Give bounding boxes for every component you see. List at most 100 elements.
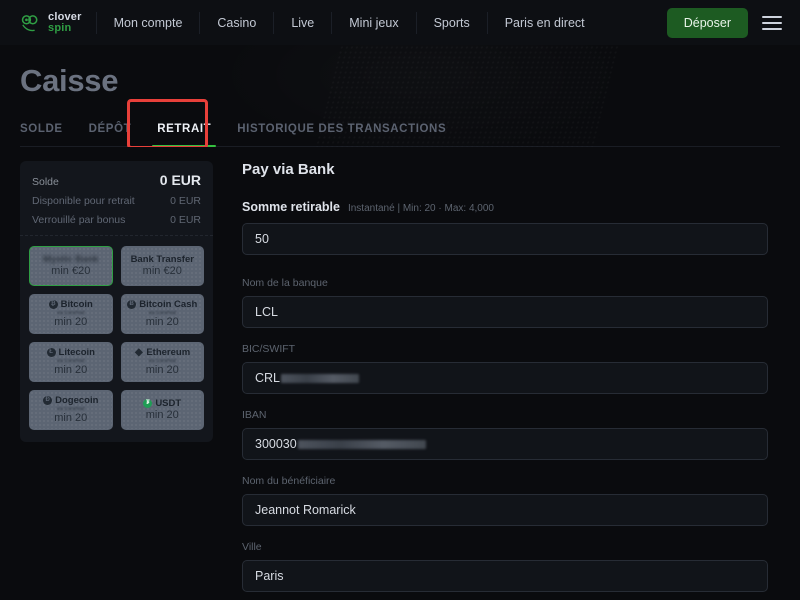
method-min: min 20 — [145, 409, 179, 422]
header-actions: Déposer — [666, 7, 800, 38]
bank-name-input[interactable]: LCL — [242, 296, 768, 328]
bic-swift-value: CRL — [255, 371, 281, 385]
balance-panel: Solde 0 EUR Disponible pour retrait 0 EU… — [20, 161, 213, 235]
usdt-icon: ₮ — [143, 398, 153, 408]
logo-text-top: clover — [48, 10, 82, 23]
balance-row-solde: Solde 0 EUR — [32, 172, 201, 188]
balance-row-disponible: Disponible pour retrait 0 EUR — [32, 195, 201, 207]
payment-method-tile[interactable]: Ł Litecoin via CoinsPaid min 20 — [29, 342, 113, 382]
method-brand: Ð Dogecoin — [43, 396, 98, 406]
nav-item-mini-jeux[interactable]: Mini jeux — [332, 11, 417, 34]
sidebar: Solde 0 EUR Disponible pour retrait 0 EU… — [20, 161, 213, 600]
method-sub: via CoinsPaid — [56, 406, 85, 412]
tab-retrait[interactable]: RETRAIT — [152, 123, 217, 147]
bic-swift-input[interactable]: CRL — [242, 362, 768, 394]
payment-method-tile[interactable]: Bank Transfer min €20 — [120, 246, 204, 286]
payment-method-tile[interactable]: Mystic Bank min €20 — [29, 246, 113, 286]
payment-method-tile[interactable]: ₮ USDT min 20 — [120, 390, 204, 430]
method-brand: Bank Transfer — [130, 253, 194, 265]
iban-input[interactable]: 300030 — [242, 428, 768, 460]
method-brand: Ƀ Bitcoin Cash — [127, 300, 197, 310]
method-brand: ◆ Ethereum — [134, 346, 191, 358]
bank-name-value: LCL — [255, 305, 278, 319]
page-title: Caisse — [20, 63, 119, 98]
method-brand: Ł Litecoin — [46, 346, 95, 358]
method-sub: via CoinsPaid — [148, 310, 176, 316]
bic-swift-label: BIC/SWIFT — [242, 343, 296, 355]
city-value: Paris — [255, 569, 284, 583]
iban-value: 300030 — [255, 437, 297, 451]
method-brand-label: Litecoin — [58, 346, 95, 358]
clover-logo-icon — [20, 13, 42, 33]
form-title: Pay via Bank — [242, 161, 335, 178]
payment-method-tile[interactable]: ◆ Ethereum via CoinsPaid min 20 — [120, 342, 204, 382]
tab-historique[interactable]: HISTORIQUE DES TRANSACTIONS — [237, 123, 446, 146]
method-sub: via CoinsPaid — [56, 310, 85, 316]
litecoin-icon: Ł — [46, 347, 56, 357]
method-min: min €20 — [51, 265, 91, 278]
balance-label: Disponible pour retrait — [32, 195, 135, 207]
payment-methods-grid: Mystic Bank min €20 Bank Transfer min €2… — [20, 235, 213, 442]
method-brand: ₮ USDT — [143, 399, 181, 409]
method-brand: Mystic Bank — [43, 253, 99, 265]
bitcoin-icon: ₿ — [48, 299, 58, 309]
nav-item-live[interactable]: Live — [274, 11, 333, 34]
cashier-tabs: SOLDE DÉPÔT RETRAIT HISTORIQUE DES TRANS… — [20, 99, 780, 147]
method-min: min 20 — [54, 412, 88, 425]
method-brand-label: Ethereum — [146, 346, 191, 358]
city-label: Ville — [242, 541, 262, 553]
payment-method-tile[interactable]: ₿ Bitcoin via CoinsPaid min 20 — [29, 294, 113, 334]
city-input[interactable]: Paris — [242, 560, 768, 592]
bitcoin-cash-icon: Ƀ — [127, 299, 137, 309]
balance-label: Verrouillé par bonus — [32, 214, 126, 226]
site-logo[interactable]: clover spin — [0, 10, 96, 34]
method-brand: ₿ Bitcoin — [48, 298, 93, 310]
bank-name-label: Nom de la banque — [242, 277, 328, 289]
beneficiary-value: Jeannot Romarick — [255, 503, 356, 517]
amount-field-header: Somme retirable Instantané | Min: 20 · M… — [242, 200, 780, 214]
method-sub: via CoinsPaid — [148, 358, 176, 364]
nav-item-casino[interactable]: Casino — [200, 11, 275, 34]
iban-redaction — [297, 439, 426, 449]
withdrawal-form: Pay via Bank Somme retirable Instantané … — [213, 161, 780, 600]
cashier-content: Solde 0 EUR Disponible pour retrait 0 EU… — [0, 147, 800, 600]
balance-value: 0 EUR — [170, 195, 201, 207]
nav-item-sports[interactable]: Sports — [417, 11, 488, 34]
hamburger-menu-icon[interactable] — [762, 15, 782, 30]
top-header: clover spin Mon compte Casino Live Mini … — [0, 0, 800, 45]
method-min: min 20 — [145, 364, 179, 377]
beneficiary-input[interactable]: Jeannot Romarick — [242, 494, 768, 526]
ethereum-icon: ◆ — [134, 346, 143, 358]
method-min: min 20 — [54, 364, 88, 377]
method-min: min 20 — [145, 316, 179, 329]
main-navigation: Mon compte Casino Live Mini jeux Sports … — [95, 0, 602, 45]
nav-item-mon-compte[interactable]: Mon compte — [95, 11, 201, 34]
method-brand-label: Bitcoin — [60, 298, 93, 310]
method-brand-label: Bitcoin Cash — [139, 298, 198, 310]
method-min: min €20 — [142, 265, 182, 278]
method-min: min 20 — [54, 316, 88, 329]
balance-label: Solde — [32, 176, 59, 188]
iban-label: IBAN — [242, 409, 267, 421]
logo-text-bottom: spin — [48, 21, 72, 34]
balance-row-verrouille: Verrouillé par bonus 0 EUR — [32, 214, 201, 226]
amount-label: Somme retirable — [242, 200, 340, 214]
tab-depot[interactable]: DÉPÔT — [89, 123, 132, 146]
payment-method-tile[interactable]: Ð Dogecoin via CoinsPaid min 20 — [29, 390, 113, 430]
balance-value: 0 EUR — [159, 172, 201, 188]
page-hero: Caisse SOLDE DÉPÔT RETRAIT HISTORIQUE DE… — [0, 45, 800, 147]
method-brand-label: Dogecoin — [55, 394, 99, 406]
nav-item-paris-en-direct[interactable]: Paris en direct — [488, 12, 602, 34]
deposit-button[interactable]: Déposer — [666, 7, 748, 38]
balance-value: 0 EUR — [170, 214, 201, 226]
amount-limits-note: Instantané | Min: 20 · Max: 4,000 — [347, 203, 494, 214]
payment-method-tile[interactable]: Ƀ Bitcoin Cash via CoinsPaid min 20 — [120, 294, 204, 334]
tab-solde[interactable]: SOLDE — [20, 123, 63, 146]
amount-input-value: 50 — [255, 232, 269, 246]
beneficiary-label: Nom du bénéficiaire — [242, 475, 336, 487]
method-brand-label: USDT — [155, 397, 182, 409]
method-sub: via CoinsPaid — [56, 358, 85, 364]
amount-input[interactable]: 50 — [242, 223, 768, 255]
bic-swift-redaction — [281, 373, 360, 383]
dogecoin-icon: Ð — [43, 395, 53, 405]
